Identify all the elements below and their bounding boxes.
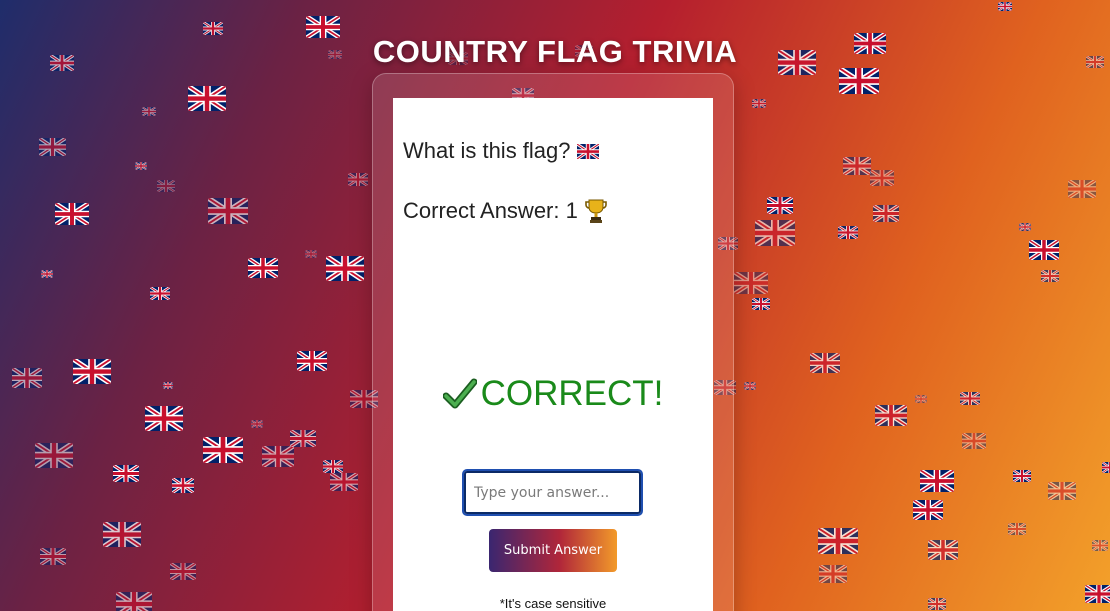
background-flag-icon (248, 258, 278, 278)
background-flag-icon (873, 205, 899, 222)
background-flag-icon (208, 198, 248, 224)
background-flag-icon (1092, 540, 1108, 551)
background-flag-icon (960, 392, 980, 405)
background-flag-icon (262, 446, 294, 467)
background-flag-icon (157, 180, 175, 192)
background-flag-icon (323, 460, 343, 473)
background-flag-icon (116, 592, 152, 611)
background-flag-icon (1068, 180, 1096, 198)
score-label: Correct Answer: 1 (403, 198, 578, 223)
background-flag-icon (819, 565, 847, 583)
background-flag-icon (35, 443, 73, 468)
background-flag-icon (915, 395, 927, 403)
background-flag-icon (810, 353, 840, 373)
background-flag-icon (305, 250, 317, 258)
quiz-card: What is this flag? Correct Answer: 1 COR… (393, 98, 713, 611)
background-flag-icon (39, 138, 66, 156)
app-title: COUNTRY FLAG TRIVIA (372, 34, 738, 69)
background-flag-icon (12, 368, 42, 388)
background-flag-icon (203, 437, 243, 463)
background-flag-icon (1041, 270, 1059, 282)
background-flag-icon (40, 548, 66, 565)
case-sensitive-note: *It's case sensitive (499, 596, 607, 611)
submit-answer-button[interactable]: Submit Answer (489, 529, 617, 572)
background-flag-icon (142, 107, 156, 116)
background-flag-icon (1008, 523, 1026, 535)
background-flag-icon (752, 99, 766, 108)
background-flag-icon (297, 351, 327, 371)
background-flag-icon (843, 157, 871, 175)
question: What is this flag? (403, 138, 599, 164)
background-flag-icon (348, 173, 368, 186)
background-flag-icon (326, 256, 364, 281)
background-flag-icon (875, 405, 907, 426)
background-flag-icon (41, 270, 53, 278)
background-flag-icon (755, 220, 795, 246)
background-flag-icon (1019, 223, 1031, 231)
background-flag-icon (870, 170, 894, 186)
background-flag-icon (251, 420, 263, 428)
background-flag-icon (163, 382, 173, 389)
background-flag-icon (103, 522, 141, 547)
score: Correct Answer: 1 (403, 198, 608, 224)
question-label: What is this flag? (403, 138, 571, 163)
background-flag-icon (838, 226, 858, 239)
background-flag-icon (135, 162, 147, 170)
background-flag-icon (113, 465, 139, 482)
background-flag-icon (744, 382, 756, 390)
united-kingdom-flag-icon (576, 143, 599, 159)
background-flag-icon (290, 430, 316, 447)
background-flag-icon (913, 500, 943, 520)
trophy-icon (584, 198, 608, 224)
background-flag-icon (920, 470, 954, 492)
background-flag-icon (150, 287, 170, 300)
background-flag-icon (962, 433, 986, 449)
background-flag-icon (928, 598, 946, 610)
background-flag-icon (818, 528, 858, 554)
background-flag-icon (1102, 462, 1110, 473)
check-mark-icon (442, 378, 477, 410)
background-flag-icon (170, 563, 196, 580)
background-flag-icon (188, 86, 226, 111)
background-flag-icon (1085, 585, 1110, 603)
answer-feedback: CORRECT! (393, 374, 713, 414)
background-flag-icon (172, 478, 194, 493)
background-flag-icon (998, 2, 1012, 11)
background-flag-icon (839, 68, 879, 94)
background-flag-icon (73, 359, 111, 384)
background-flag-icon (1048, 482, 1076, 500)
background-flag-icon (734, 272, 768, 294)
background-flag-icon (55, 203, 89, 225)
background-flag-icon (928, 540, 958, 560)
background-flag-icon (1029, 240, 1059, 260)
background-flag-icon (145, 406, 183, 431)
feedback-text: CORRECT! (480, 374, 664, 413)
background-flag-icon (1013, 470, 1031, 482)
background-flag-icon (330, 473, 358, 491)
background-flag-icon (767, 197, 793, 214)
answer-input[interactable] (462, 469, 643, 516)
background-flag-icon (752, 298, 770, 310)
